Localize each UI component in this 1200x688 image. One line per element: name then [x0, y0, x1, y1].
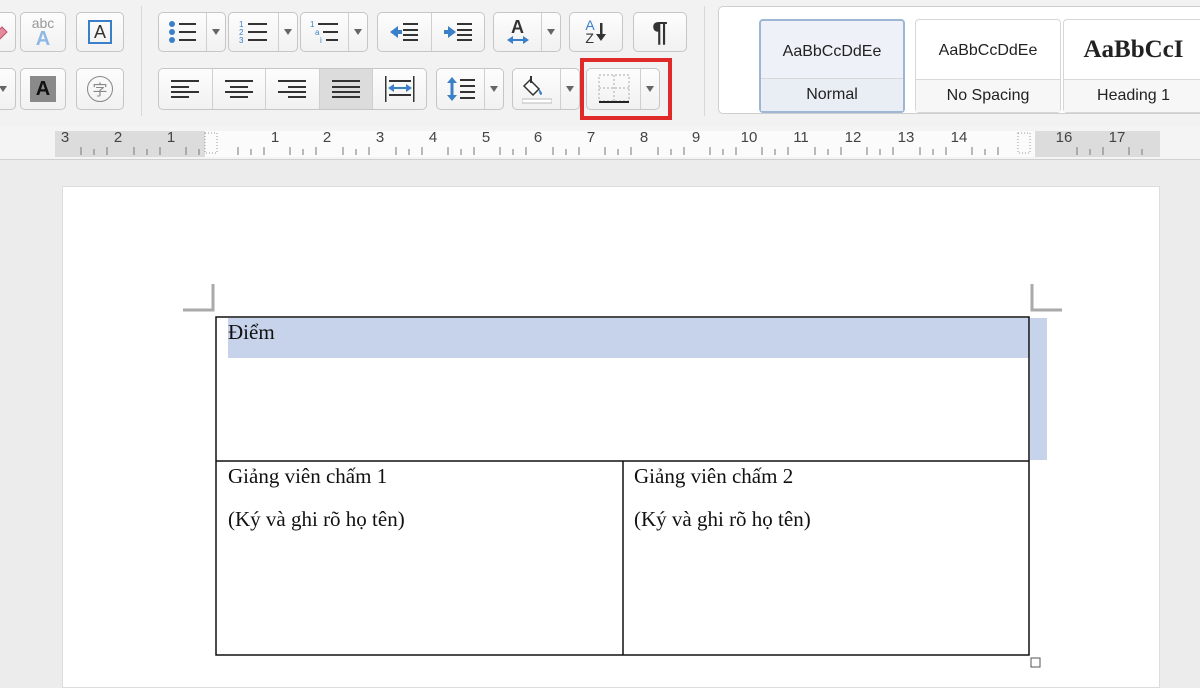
table-cell-grader-1-title[interactable]: Giảng viên chấm 1 [228, 464, 387, 489]
table-cell-score[interactable]: Điểm [228, 320, 275, 345]
score-table[interactable] [0, 0, 1200, 675]
table-cell-grader-1-note[interactable]: (Ký và ghi rõ họ tên) [228, 507, 405, 532]
table-cell-grader-2-note[interactable]: (Ký và ghi rõ họ tên) [634, 507, 811, 532]
table-cell-grader-2-title[interactable]: Giảng viên chấm 2 [634, 464, 793, 489]
